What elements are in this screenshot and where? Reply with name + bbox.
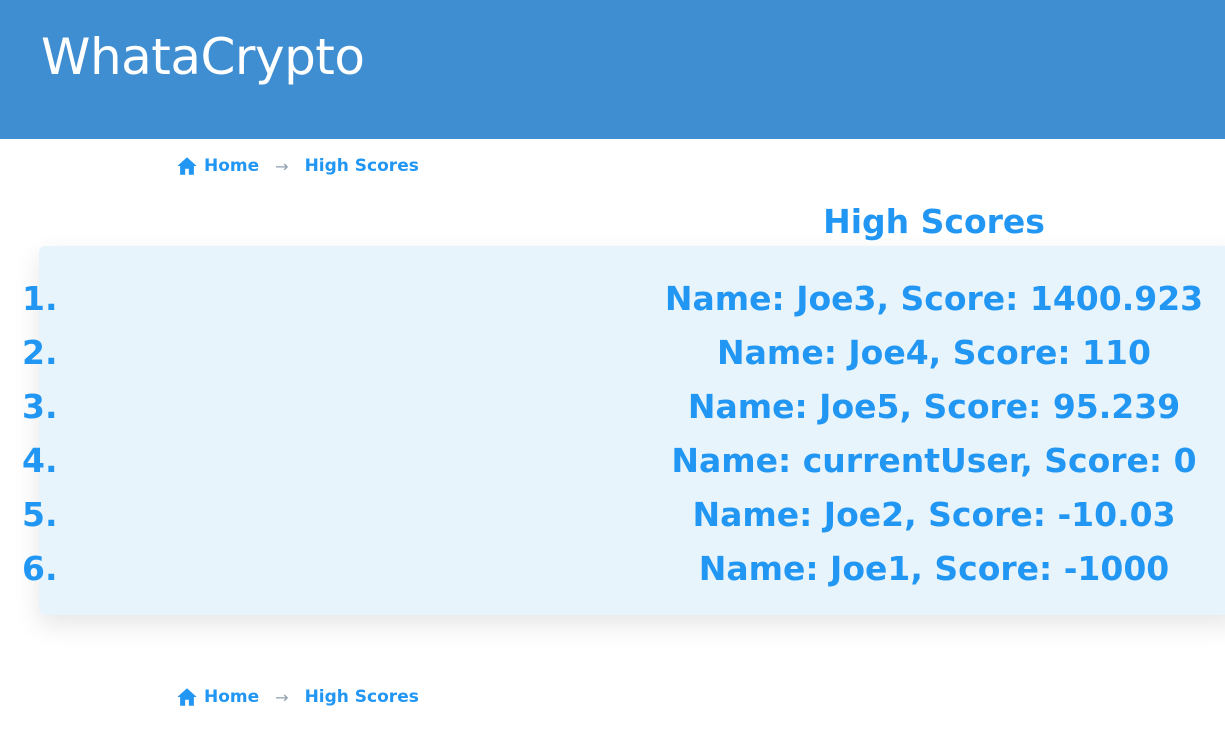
score-item: 1. Name: Joe3, Score: 1400.923 <box>0 272 1225 326</box>
breadcrumb: Home → High Scores <box>176 154 419 178</box>
app-header: WhataCrypto <box>0 0 1225 139</box>
score-list: 1. Name: Joe3, Score: 1400.923 2. Name: … <box>0 272 1225 596</box>
rank-number: 1. <box>22 279 58 318</box>
score-entry: Name: Joe4, Score: 110 <box>717 333 1151 372</box>
score-entry: Name: Joe2, Score: -10.03 <box>692 495 1176 534</box>
breadcrumb-high-scores-link[interactable]: High Scores <box>305 687 419 707</box>
score-item: 2. Name: Joe4, Score: 110 <box>0 326 1225 380</box>
rank-number: 4. <box>22 441 58 480</box>
rank-number: 3. <box>22 387 58 426</box>
score-entry: Name: currentUser, Score: 0 <box>671 441 1197 480</box>
score-item: 6. Name: Joe1, Score: -1000 <box>0 542 1225 596</box>
breadcrumb-home-link[interactable]: Home <box>204 156 259 176</box>
rank-number: 2. <box>22 333 58 372</box>
footer-breadcrumb: Home → High Scores <box>176 685 419 709</box>
rank-number: 6. <box>22 549 58 588</box>
brand-title[interactable]: WhataCrypto <box>41 27 365 87</box>
breadcrumb-separator: → <box>275 156 289 176</box>
score-entry: Name: Joe5, Score: 95.239 <box>687 387 1181 426</box>
rank-number: 5. <box>22 495 58 534</box>
breadcrumb-high-scores-link[interactable]: High Scores <box>305 156 419 176</box>
score-entry: Name: Joe3, Score: 1400.923 <box>664 279 1204 318</box>
score-entry: Name: Joe1, Score: -1000 <box>698 549 1170 588</box>
page-title: High Scores <box>823 202 1045 241</box>
score-item: 5. Name: Joe2, Score: -10.03 <box>0 488 1225 542</box>
home-icon[interactable] <box>176 686 198 708</box>
score-item: 3. Name: Joe5, Score: 95.239 <box>0 380 1225 434</box>
score-item: 4. Name: currentUser, Score: 0 <box>0 434 1225 488</box>
home-icon[interactable] <box>176 155 198 177</box>
breadcrumb-home-link[interactable]: Home <box>204 687 259 707</box>
breadcrumb-separator: → <box>275 687 289 707</box>
